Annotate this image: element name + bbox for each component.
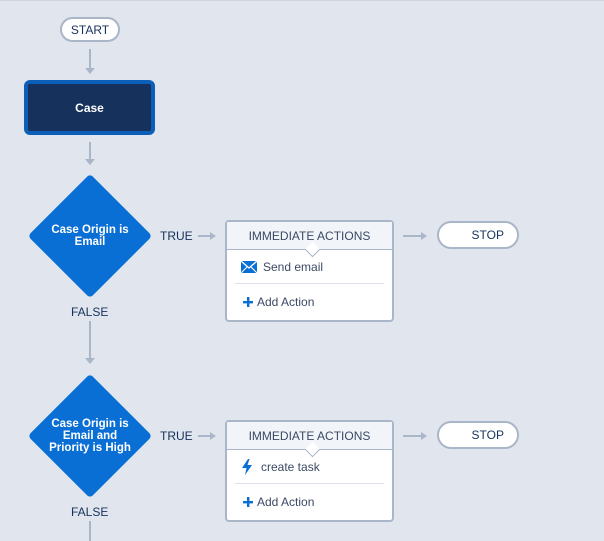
connector-false-1 xyxy=(89,321,91,359)
true-label-1: TRUE xyxy=(160,229,193,243)
false-label-2: FALSE xyxy=(71,505,109,519)
actions-header-2: IMMEDIATE ACTIONS xyxy=(227,422,392,458)
stop-label: STOP xyxy=(471,228,504,242)
arrow-head xyxy=(85,358,95,364)
arrow-head xyxy=(210,232,216,240)
criteria-1-label: Case Origin is Email xyxy=(35,224,145,248)
arrow-head xyxy=(210,432,216,440)
criteria-2-label: Case Origin is Email and Priority is Hig… xyxy=(35,418,145,454)
arrow-head xyxy=(421,232,427,240)
actions-header-label: IMMEDIATE ACTIONS xyxy=(248,428,371,443)
false-label-1: FALSE xyxy=(71,305,109,319)
envelope-icon xyxy=(241,260,257,273)
lightning-bolt-icon xyxy=(241,458,253,475)
plus-icon xyxy=(243,297,253,307)
plus-icon xyxy=(243,497,253,507)
connector-true-1 xyxy=(198,235,210,237)
connector-start-to-case xyxy=(89,49,91,69)
stop-node-1[interactable]: STOP xyxy=(437,221,519,249)
true-label-2: TRUE xyxy=(160,429,193,443)
criteria-1-line-2: Email xyxy=(74,236,106,248)
criteria-1-line-1: Case Origin is xyxy=(51,224,129,236)
arrow-head xyxy=(421,432,427,440)
immediate-actions-card-2: IMMEDIATE ACTIONS create task Add Action xyxy=(225,420,394,522)
arrow-head xyxy=(85,159,95,165)
actions-header-1: IMMEDIATE ACTIONS xyxy=(227,222,392,258)
start-label: START xyxy=(70,22,110,37)
start-node[interactable]: START xyxy=(60,17,120,42)
connector-true-2 xyxy=(198,435,210,437)
action-label: create task xyxy=(261,459,320,474)
add-action-button-1[interactable]: Add Action xyxy=(227,284,392,320)
stop-label: STOP xyxy=(471,428,504,442)
connector-actions-to-stop-2 xyxy=(403,435,421,437)
connector-false-2 xyxy=(89,521,91,541)
connector-case-to-criteria-1 xyxy=(89,142,91,160)
object-node-case[interactable]: Case xyxy=(24,80,155,135)
immediate-actions-card-1: IMMEDIATE ACTIONS Send email Add Action xyxy=(225,220,394,322)
stop-node-2[interactable]: STOP xyxy=(437,421,519,449)
criteria-2-line-2: Email and xyxy=(62,430,118,442)
connector-actions-to-stop-1 xyxy=(403,235,421,237)
add-action-label: Add Action xyxy=(257,495,315,509)
criteria-2-line-1: Case Origin is xyxy=(51,418,129,430)
object-label: Case xyxy=(75,100,104,115)
arrow-head xyxy=(85,68,95,74)
add-action-button-2[interactable]: Add Action xyxy=(227,484,392,520)
add-action-label: Add Action xyxy=(257,295,315,309)
criteria-2-line-3: Priority is High xyxy=(49,442,131,454)
actions-header-label: IMMEDIATE ACTIONS xyxy=(248,228,371,243)
action-label: Send email xyxy=(263,259,324,274)
